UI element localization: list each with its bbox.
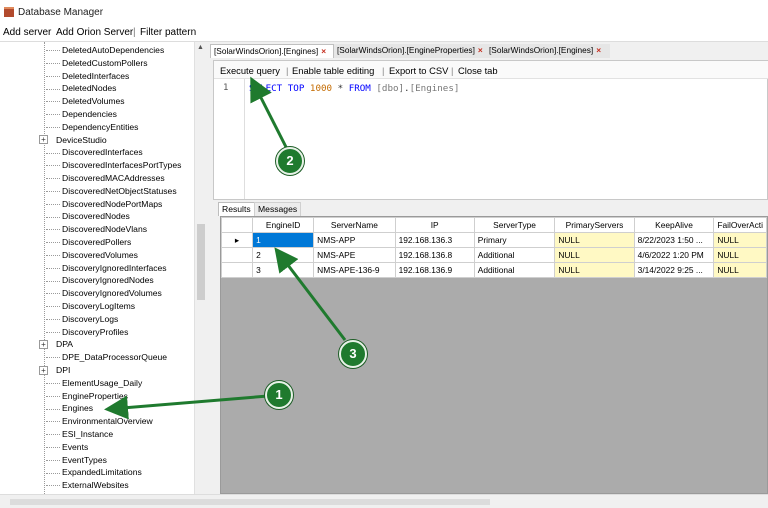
step-marker-2: 2 xyxy=(276,147,304,175)
arrow-1 xyxy=(104,394,269,420)
annotation-arrows xyxy=(104,76,347,420)
arrow-3 xyxy=(274,247,347,341)
arrow-2 xyxy=(250,76,288,148)
step-marker-3: 3 xyxy=(339,340,367,368)
step-marker-1: 1 xyxy=(265,381,293,409)
